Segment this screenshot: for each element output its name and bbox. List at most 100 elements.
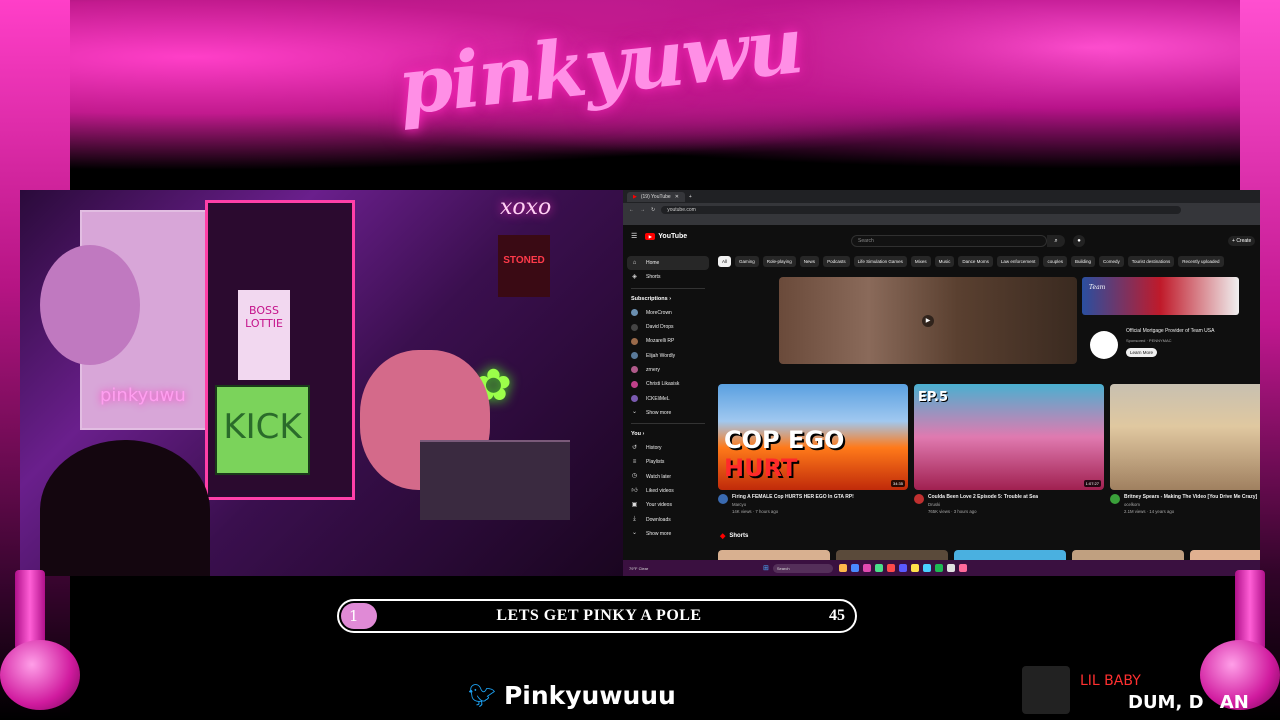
webcam-feed: BOSS LOTTIE KICK pinkyuwu xoxo STONED ✿: [20, 190, 623, 576]
your-videos-icon: ▣: [631, 501, 638, 508]
menu-icon[interactable]: ☰: [631, 232, 637, 240]
video-title[interactable]: Britney Spears - Making The Video [You D…: [1124, 494, 1257, 500]
back-icon[interactable]: ←: [629, 207, 634, 213]
video-thumbnail[interactable]: COP EGO HURT 34:35: [718, 384, 908, 490]
thumbnail-caption-a: COP EGO: [724, 426, 845, 454]
address-bar[interactable]: youtube.com: [661, 205, 1182, 214]
taskbar-app-icon[interactable]: [874, 564, 883, 572]
new-tab-icon[interactable]: +: [689, 194, 692, 200]
chip[interactable]: couples: [1043, 256, 1067, 267]
shorts-section-header: ◆ Shorts: [720, 532, 748, 540]
chip[interactable]: Role-playing: [762, 256, 796, 267]
video-card[interactable]: COP EGO HURT 34:35 Firing A FEMALE Cop H…: [718, 384, 908, 514]
taskbar-app-icon[interactable]: [946, 564, 955, 572]
divider: [631, 287, 705, 289]
sidebar-subscriptions-header[interactable]: Subscriptions ›: [627, 292, 709, 306]
chevron-right-icon: ›: [669, 295, 672, 302]
sidebar-show-more[interactable]: ⌄ Show more: [627, 527, 709, 541]
boss-sign: BOSS LOTTIE: [238, 290, 290, 380]
taskbar-app-icon[interactable]: [850, 564, 859, 572]
forward-icon[interactable]: →: [640, 207, 645, 213]
chip[interactable]: Dance Moms: [958, 256, 993, 267]
sidebar-item-downloads[interactable]: ⤓ Downloads: [627, 512, 709, 526]
video-thumbnail[interactable]: EP.5 1:07:27: [914, 384, 1104, 490]
sidebar-item-label: Show more: [646, 530, 672, 537]
video-card[interactable]: Britney Spears - Making The Video [You D…: [1110, 384, 1260, 514]
sidebar-item-watch-later[interactable]: ◷ Watch later: [627, 470, 709, 484]
sidebar-you-header[interactable]: You ›: [627, 427, 709, 441]
taskbar-app-icon[interactable]: [910, 564, 919, 572]
play-icon[interactable]: ▶: [922, 315, 934, 327]
chip[interactable]: Recently uploaded: [1178, 256, 1224, 267]
taskbar-app-icon[interactable]: [862, 564, 871, 572]
chip[interactable]: Comedy: [1098, 256, 1124, 267]
video-meta: Firing A FEMALE Cop HURTS HER EGO In GTA…: [718, 494, 908, 514]
video-channel[interactable]: ocelkom: [1124, 502, 1257, 507]
sidebar-item-subscription[interactable]: Mozarelli RP: [627, 334, 709, 348]
search-input[interactable]: Search: [851, 235, 1047, 247]
sidebar-item-your-videos[interactable]: ▣ Your videos: [627, 498, 709, 512]
desk: [420, 440, 570, 520]
poster-face: [40, 245, 140, 365]
sidebar-item-label: ICKEliMeL: [646, 395, 670, 402]
video-thumbnail[interactable]: [1110, 384, 1260, 490]
sidebar-item-subscription[interactable]: David Drops: [627, 320, 709, 334]
chip[interactable]: Mixes: [910, 256, 931, 267]
streamer: [40, 440, 210, 576]
taskbar-app-icon[interactable]: [958, 564, 967, 572]
sidebar-item-subscription[interactable]: zrnery: [627, 363, 709, 377]
advertiser-avatar[interactable]: [1090, 331, 1118, 359]
video-channel[interactable]: Marcyo: [732, 502, 854, 507]
channel-avatar[interactable]: [914, 494, 924, 504]
chip[interactable]: Tourist destinations: [1127, 256, 1175, 267]
video-title[interactable]: Firing A FEMALE Cop HURTS HER EGO In GTA…: [732, 494, 854, 500]
chip[interactable]: Law enforcement: [996, 256, 1040, 267]
playlists-icon: ≡: [632, 458, 637, 465]
chip[interactable]: Podcasts: [823, 256, 850, 267]
youtube-logo[interactable]: ▶ YouTube: [645, 232, 687, 240]
chip[interactable]: Life Simulation Games: [853, 256, 907, 267]
sidebar-item-subscription[interactable]: MoreCrown: [627, 306, 709, 320]
ad-banner[interactable]: [1082, 277, 1239, 315]
sidebar-item-shorts[interactable]: ◈ Shorts: [627, 270, 709, 284]
chip[interactable]: Music: [934, 256, 955, 267]
video-card[interactable]: EP.5 1:07:27 Coulda Been Love 2 Episode …: [914, 384, 1104, 514]
video-channel[interactable]: Druski: [928, 502, 1038, 507]
taskbar-app-icon[interactable]: [886, 564, 895, 572]
channel-avatar: [631, 309, 638, 317]
taskbar-app-icon[interactable]: [898, 564, 907, 572]
taskbar-app-icon[interactable]: [934, 564, 943, 572]
taskbar-app-icon[interactable]: [838, 564, 847, 572]
learn-more-button[interactable]: Learn More: [1126, 348, 1158, 357]
home-icon: ⌂: [632, 259, 637, 266]
ad-sponsor: Sponsored · PENNYMAC: [1126, 338, 1172, 343]
video-title[interactable]: Coulda Been Love 2 Episode 5: Trouble at…: [928, 494, 1038, 500]
chip-all[interactable]: All: [718, 256, 732, 267]
microphone-icon[interactable]: ●: [1073, 235, 1085, 247]
weather-widget[interactable]: 79°F Clear: [623, 566, 763, 571]
channel-avatar[interactable]: [1110, 494, 1120, 504]
ad-title[interactable]: Official Mortgage Provider of Team USA: [1126, 328, 1214, 334]
reload-icon[interactable]: ↻: [651, 207, 655, 213]
search-icon[interactable]: ⌕: [1047, 235, 1065, 247]
sidebar-item-playlists[interactable]: ≡ Playlists: [627, 455, 709, 469]
taskbar-search[interactable]: Search: [772, 563, 833, 573]
chip[interactable]: Building: [1070, 256, 1095, 267]
subscriptions-header-label: Subscriptions: [631, 295, 668, 302]
channel-avatar[interactable]: [718, 494, 728, 504]
chip[interactable]: News: [799, 256, 820, 267]
sidebar-item-subscription[interactable]: ICKEliMeL: [627, 391, 709, 405]
sidebar-show-more[interactable]: ⌄ Show more: [627, 406, 709, 420]
close-tab-icon[interactable]: ✕: [675, 194, 679, 200]
sidebar-item-history[interactable]: ↺ History: [627, 441, 709, 455]
sidebar-item-subscription[interactable]: Christi Likasisk: [627, 377, 709, 391]
video-meta: Britney Spears - Making The Video [You D…: [1110, 494, 1260, 514]
taskbar-app-icon[interactable]: [922, 564, 931, 572]
windows-start-icon[interactable]: ⊞: [763, 564, 769, 572]
create-button[interactable]: + Create: [1228, 236, 1256, 246]
sidebar-item-home[interactable]: ⌂ Home: [627, 256, 709, 271]
sidebar-item-subscription[interactable]: Elijah Wordly: [627, 348, 709, 362]
sidebar-item-liked-videos[interactable]: 👍︎ Liked videos: [627, 484, 709, 498]
chip[interactable]: Gaming: [735, 256, 759, 267]
browser-tab[interactable]: ▶ (19) YouTube ✕: [627, 191, 685, 202]
